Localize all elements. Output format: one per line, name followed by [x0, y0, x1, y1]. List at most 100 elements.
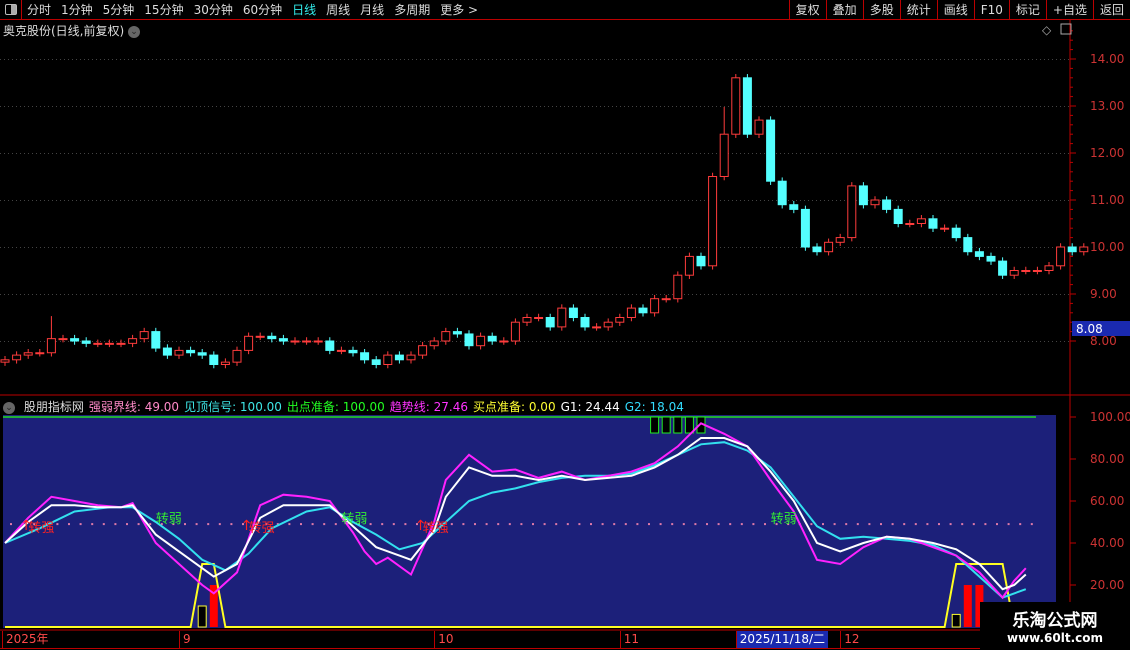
grid-dot: [552, 106, 553, 107]
chevron-down-icon[interactable]: ⌄: [3, 401, 15, 414]
diamond-icon: ◇: [1042, 23, 1052, 37]
grid-dot: [276, 247, 277, 248]
candle-body: [615, 317, 625, 323]
grid-dot: [636, 59, 637, 60]
grid-dot: [692, 341, 693, 342]
grid-dot: [528, 153, 529, 154]
grid-dot: [784, 153, 785, 154]
grid-dot: [500, 200, 501, 201]
grid-dot: [1040, 153, 1041, 154]
grid-dot: [620, 200, 621, 201]
candle-body: [162, 347, 172, 356]
top-signal-bar: [684, 416, 694, 434]
grid-dot: [952, 153, 953, 154]
grid-dot: [156, 153, 157, 154]
grid-dot: [480, 153, 481, 154]
grid-dot: [0, 341, 1, 342]
grid-dot: [812, 153, 813, 154]
grid-dot: [644, 200, 645, 201]
grid-dot: [848, 59, 849, 60]
grid-dot: [412, 200, 413, 201]
candle-body: [429, 340, 439, 347]
grid-dot: [20, 247, 21, 248]
strong-weak-dot: [114, 523, 117, 526]
grid-dot: [884, 153, 885, 154]
grid-dot: [88, 59, 89, 60]
grid-dot: [336, 247, 337, 248]
grid-dot: [288, 247, 289, 248]
grid-dot: [924, 247, 925, 248]
grid-dot: [1008, 59, 1009, 60]
grid-dot: [216, 59, 217, 60]
grid-dot: [24, 59, 25, 60]
strong-weak-dot: [474, 523, 476, 526]
grid-dot: [1032, 153, 1033, 154]
grid-dot: [52, 59, 53, 60]
grid-dot: [684, 200, 685, 201]
grid-dot: [940, 153, 941, 154]
grid-dot: [944, 200, 945, 201]
grid-dot: [740, 59, 741, 60]
grid-dot: [272, 200, 273, 201]
grid-dot: [956, 153, 957, 154]
grid-dot: [752, 200, 753, 201]
grid-dot: [688, 200, 689, 201]
grid-dot: [292, 106, 293, 107]
strong-weak-dot: [729, 523, 732, 526]
grid-dot: [404, 200, 405, 201]
stock-chart[interactable]: 14.0013.0012.0011.0010.009.008.008.08◇10…: [0, 0, 1130, 650]
grid-dot: [488, 200, 489, 201]
strong-weak-dot: [462, 523, 465, 526]
grid-dot: [388, 247, 389, 248]
grid-dot: [136, 59, 137, 60]
grid-dot: [972, 341, 973, 342]
grid-dot: [152, 294, 153, 295]
grid-dot: [316, 106, 317, 107]
grid-dot: [864, 106, 865, 107]
grid-dot: [600, 153, 601, 154]
grid-dot: [1020, 341, 1021, 342]
grid-dot: [272, 153, 273, 154]
candle-body: [12, 354, 22, 361]
grid-dot: [488, 59, 489, 60]
grid-dot: [344, 341, 345, 342]
grid-dot: [56, 341, 57, 342]
grid-dot: [600, 294, 601, 295]
grid-dot: [840, 341, 841, 342]
grid-dot: [360, 153, 361, 154]
grid-dot: [664, 247, 665, 248]
grid-dot: [364, 294, 365, 295]
grid-dot: [672, 294, 673, 295]
candle-body: [905, 223, 915, 225]
grid-dot: [828, 153, 829, 154]
grid-dot: [400, 247, 401, 248]
grid-dot: [548, 341, 549, 342]
grid-dot: [648, 153, 649, 154]
grid-dot: [516, 59, 517, 60]
grid-dot: [800, 153, 801, 154]
grid-dot: [1004, 341, 1005, 342]
grid-dot: [1020, 200, 1021, 201]
grid-dot: [168, 200, 169, 201]
strong-weak-dot: [845, 523, 848, 526]
grid-dot: [184, 294, 185, 295]
strong-weak-dot: [694, 523, 697, 526]
grid-dot: [28, 59, 29, 60]
grid-dot: [596, 153, 597, 154]
grid-dot: [944, 59, 945, 60]
grid-dot: [768, 106, 769, 107]
grid-dot: [536, 247, 537, 248]
grid-dot: [392, 153, 393, 154]
grid-dot: [876, 153, 877, 154]
grid-dot: [1064, 341, 1065, 342]
grid-dot: [852, 247, 853, 248]
grid-dot: [896, 247, 897, 248]
grid-dot: [360, 59, 361, 60]
grid-dot: [264, 59, 265, 60]
grid-dot: [664, 153, 665, 154]
grid-dot: [964, 294, 965, 295]
grid-dot: [972, 153, 973, 154]
grid-dot: [520, 200, 521, 201]
grid-dot: [960, 59, 961, 60]
grid-dot: [676, 200, 677, 201]
